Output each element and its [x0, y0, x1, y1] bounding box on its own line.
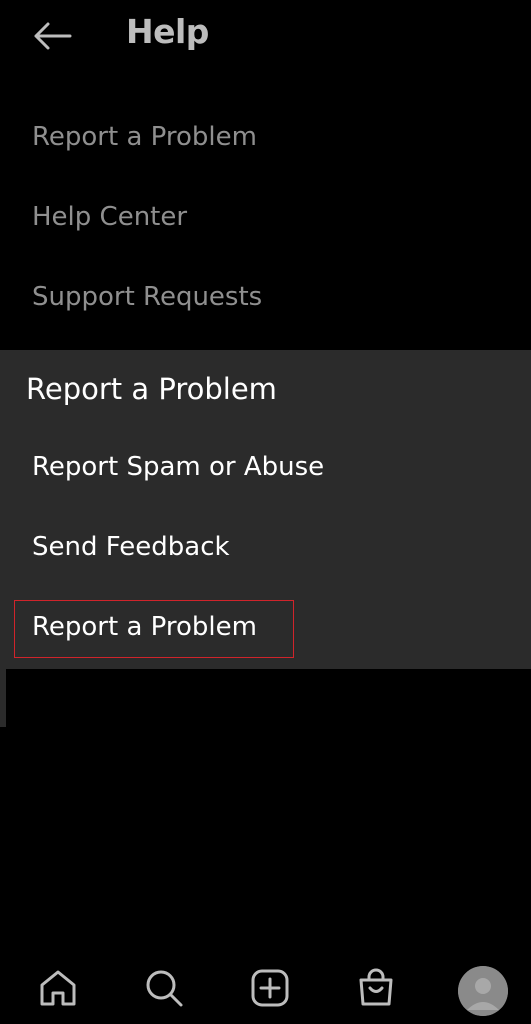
option-report-a-problem[interactable]: Report a Problem [32, 612, 257, 642]
back-button[interactable] [28, 14, 76, 58]
page-title: Help [126, 12, 209, 51]
add-post-icon [251, 969, 289, 1007]
bottom-navigation-bar [0, 948, 531, 1024]
profile-avatar [458, 966, 508, 1016]
report-problem-dialog: Report a Problem Report Spam or Abuse Se… [0, 350, 531, 669]
top-app-bar: Help [0, 0, 531, 72]
nav-new-post-button[interactable] [246, 964, 294, 1012]
menu-item-support-requests[interactable]: Support Requests [32, 282, 262, 312]
dialog-left-edge-lower [0, 669, 6, 727]
home-icon [40, 970, 76, 1006]
menu-item-report-a-problem[interactable]: Report a Problem [32, 122, 257, 152]
search-icon [146, 970, 183, 1007]
nav-search-button[interactable] [140, 964, 188, 1012]
arrow-left-icon [34, 22, 72, 50]
option-report-spam-or-abuse[interactable]: Report Spam or Abuse [32, 452, 324, 482]
option-send-feedback[interactable]: Send Feedback [32, 532, 230, 562]
dialog-title: Report a Problem [26, 372, 277, 406]
menu-item-help-center[interactable]: Help Center [32, 202, 187, 232]
nav-profile-avatar[interactable] [458, 966, 508, 1016]
nav-home-button[interactable] [34, 964, 82, 1012]
shop-icon [359, 968, 393, 1006]
nav-shop-button[interactable] [352, 964, 400, 1012]
